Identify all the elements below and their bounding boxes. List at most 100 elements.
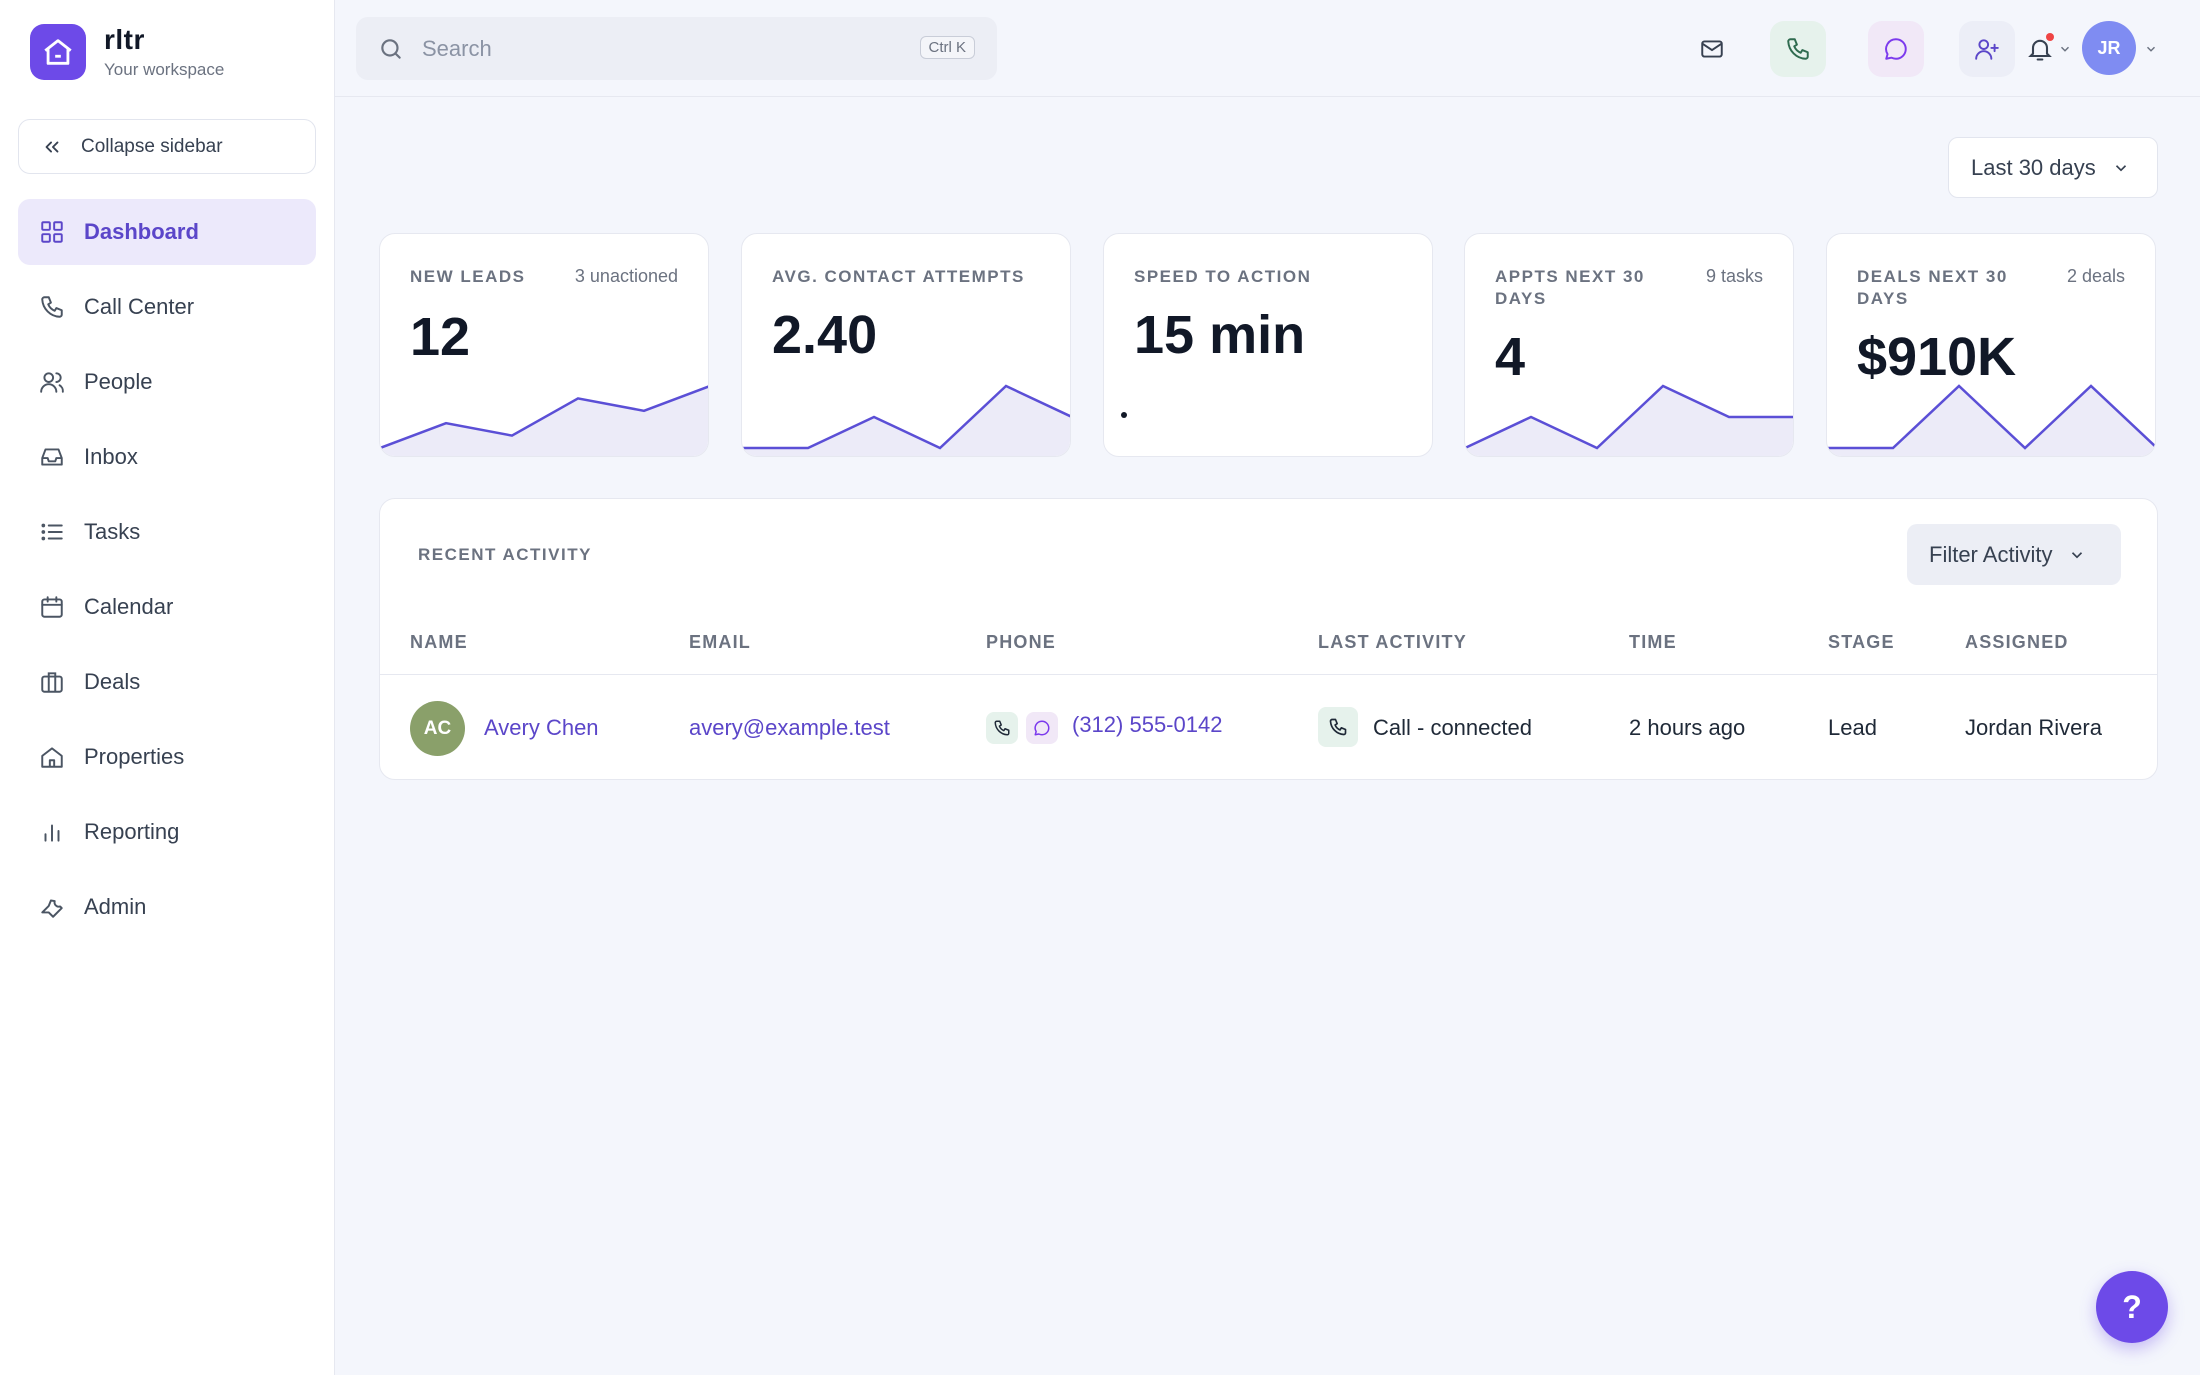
metric-label: DEALS NEXT 30 DAYS — [1857, 267, 2008, 309]
panel-title: RECENT ACTIVITY — [418, 545, 592, 564]
search-shortcut-badge: Ctrl K — [919, 36, 975, 59]
metric-value: 2.40 — [772, 305, 878, 365]
sidebar-item-label: Properties — [84, 744, 185, 769]
metric-card-appts-next-30-days[interactable]: APPTS NEXT 30 DAYS 9 tasks 4 — [1464, 233, 1794, 457]
metric-label: APPTS NEXT 30 DAYS — [1495, 267, 1645, 309]
recent-activity-panel: RECENT ACTIVITY Filter Activity NAME EMA… — [379, 498, 2158, 780]
sidebar-item-call-center[interactable]: Call Center — [18, 274, 316, 340]
calendar-icon — [38, 594, 66, 620]
user-avatar[interactable]: JR — [2082, 21, 2136, 75]
brand-name: rltr — [104, 24, 145, 55]
phone-icon — [993, 719, 1011, 737]
metric-card-speed-to-action[interactable]: SPEED TO ACTION 15 min — [1103, 233, 1433, 457]
sidebar-item-label: People — [84, 369, 153, 394]
metric-label: NEW LEADS — [410, 267, 526, 286]
inbox-icon — [38, 444, 66, 470]
search-icon — [378, 36, 404, 62]
collapse-sidebar-label: Collapse sidebar — [81, 135, 223, 157]
sidebar: rltr Your workspace Collapse sidebar Das… — [0, 0, 335, 1375]
user-plus-icon — [1974, 36, 2000, 62]
message-button[interactable] — [1868, 21, 1924, 77]
date-range-select[interactable]: Last 30 days — [1948, 137, 2158, 198]
grid-icon — [38, 219, 66, 245]
mail-icon — [1699, 36, 1725, 62]
chat-bubble-icon — [1033, 719, 1051, 737]
sidebar-item-label: Deals — [84, 669, 141, 694]
bar-chart-icon — [38, 819, 66, 845]
phone-link[interactable]: (312) 555-0142 — [1072, 712, 1222, 738]
sparkline — [742, 384, 1070, 456]
collapse-sidebar-button[interactable]: Collapse sidebar — [18, 119, 316, 174]
assigned-user: Jordan Rivera — [1965, 715, 2102, 740]
phone-icon — [1785, 36, 1811, 62]
phone-icon — [38, 294, 66, 320]
chevron-down-icon — [2058, 42, 2072, 56]
sparkline — [1465, 384, 1793, 456]
sidebar-item-deals[interactable]: Deals — [18, 649, 316, 715]
column-header-email[interactable]: EMAIL — [689, 632, 751, 653]
help-button[interactable]: ? — [2096, 1271, 2168, 1343]
sidebar-item-calendar[interactable]: Calendar — [18, 574, 316, 640]
contact-name-link[interactable]: Avery Chen — [484, 715, 599, 741]
search-input[interactable]: Search Ctrl K — [356, 17, 997, 80]
call-button[interactable] — [1770, 21, 1826, 77]
metric-sub: 9 tasks — [1705, 266, 1763, 286]
email-button[interactable] — [1684, 21, 1740, 77]
email-link[interactable]: avery@example.test — [689, 715, 890, 741]
metric-sub: 2 deals — [2066, 266, 2125, 286]
chevrons-left-icon — [41, 136, 63, 158]
metric-label: SPEED TO ACTION — [1134, 267, 1312, 286]
row-call-button[interactable] — [986, 712, 1018, 744]
sidebar-item-inbox[interactable]: Inbox — [18, 424, 316, 490]
date-range-label: Last 30 days — [1971, 154, 2096, 180]
sidebar-item-label: Dashboard — [84, 219, 199, 244]
sidebar-item-admin[interactable]: Admin — [18, 874, 316, 940]
brand[interactable]: rltr Your workspace — [30, 24, 224, 80]
sidebar-item-people[interactable]: People — [18, 349, 316, 415]
filter-activity-button[interactable]: Filter Activity — [1907, 524, 2121, 585]
column-header-stage[interactable]: STAGE — [1828, 632, 1895, 653]
home-icon — [38, 744, 66, 770]
column-header-last-activity[interactable]: LAST ACTIVITY — [1318, 632, 1467, 653]
chevron-down-icon — [2112, 159, 2130, 177]
sparkline-area — [380, 386, 708, 456]
list-icon — [38, 519, 66, 545]
row-message-button[interactable] — [1026, 712, 1058, 744]
column-header-time[interactable]: TIME — [1629, 632, 1677, 653]
avatar: AC — [410, 701, 465, 756]
briefcase-icon — [38, 669, 66, 695]
chevron-down-icon — [2068, 546, 2086, 564]
sparkline — [1827, 384, 2155, 456]
sparkline-point — [1121, 412, 1127, 418]
sidebar-item-label: Tasks — [84, 519, 141, 544]
metric-card-new-leads[interactable]: NEW LEADS 3 unactioned 12 — [379, 233, 709, 457]
users-icon — [38, 369, 66, 395]
sparkline-area — [1827, 386, 2155, 456]
metric-card-avg-contact-attempts[interactable]: AVG. CONTACT ATTEMPTS 2.40 — [741, 233, 1071, 457]
stage-value: Lead — [1828, 715, 1877, 740]
table-divider — [380, 674, 2157, 675]
sidebar-item-dashboard[interactable]: Dashboard — [18, 199, 316, 265]
column-header-assigned[interactable]: ASSIGNED — [1965, 632, 2069, 653]
sidebar-item-reporting[interactable]: Reporting — [18, 799, 316, 865]
brand-subtitle: Your workspace — [104, 60, 225, 79]
column-header-phone[interactable]: PHONE — [986, 632, 1056, 653]
house-logo-icon — [30, 24, 86, 80]
sidebar-item-label: Admin — [84, 894, 147, 919]
sidebar-item-label: Call Center — [84, 294, 195, 319]
last-activity: Call - connected — [1373, 715, 1532, 740]
metric-label: AVG. CONTACT ATTEMPTS — [772, 267, 1025, 286]
sidebar-item-tasks[interactable]: Tasks — [18, 499, 316, 565]
notifications-button[interactable] — [2004, 21, 2094, 77]
phone-icon — [1328, 717, 1348, 737]
activity-type-icon — [1318, 707, 1358, 747]
wrench-icon — [38, 894, 66, 920]
filter-activity-label: Filter Activity — [1929, 541, 2053, 567]
metric-card-deals-next-30-days[interactable]: DEALS NEXT 30 DAYS 2 deals $910K — [1826, 233, 2156, 457]
sidebar-item-properties[interactable]: Properties — [18, 724, 316, 790]
metric-value: 15 min — [1134, 305, 1306, 365]
activity-time: 2 hours ago — [1629, 715, 1746, 740]
user-menu-chevron-icon[interactable] — [2144, 42, 2158, 56]
sidebar-item-label: Inbox — [84, 444, 138, 469]
column-header-name[interactable]: NAME — [410, 632, 468, 653]
